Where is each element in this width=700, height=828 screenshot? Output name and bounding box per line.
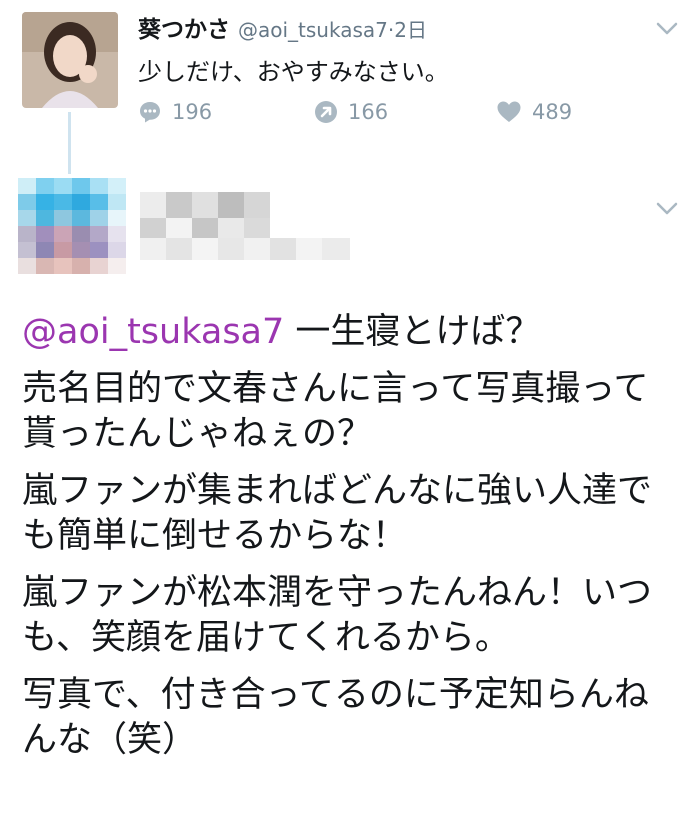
reply-paragraph: 写真で、付き合ってるのに予定知らんねんな（笑）: [22, 675, 649, 760]
reply-paragraph: 売名目的で文春さんに言って写真撮って貰ったんじゃねぇの？: [22, 369, 649, 454]
retweet-count: 166: [348, 100, 389, 124]
tweet-text: 少しだけ、おやすみなさい。: [138, 58, 449, 86]
reply-paragraph: 嵐ファンが松本潤を守ったんねん！いつも、笑顔を届けてくれるから。: [22, 573, 653, 658]
timestamp[interactable]: 2日: [394, 18, 427, 42]
reply-icon: [140, 102, 160, 123]
chevron-down-icon[interactable]: [656, 202, 678, 216]
tweet-actions: 196 166 489: [138, 100, 638, 130]
reply-paragraph: 嵐ファンが集まればどんなに強い人達でも簡単に倒せるからな！: [22, 471, 653, 556]
pixelated-user-name[interactable]: [140, 192, 350, 262]
handle[interactable]: @aoi_tsukasa7: [238, 18, 388, 42]
reply-line: 一生寝とけば？: [284, 312, 541, 352]
mention-link[interactable]: @aoi_tsukasa7: [22, 312, 284, 352]
like-count: 489: [532, 100, 573, 124]
chevron-down-icon[interactable]: [656, 22, 678, 36]
avatar[interactable]: [22, 12, 118, 108]
original-tweet[interactable]: 葵つかさ @aoi_tsukasa7·2日 少しだけ、おやすみなさい。 196 1…: [0, 0, 700, 174]
like-button[interactable]: 489: [496, 100, 572, 124]
reply-text: @aoi_tsukasa7 一生寝とけば？ 売名目的で文春さんに言って写真撮って…: [22, 310, 672, 775]
retweet-button[interactable]: 166: [314, 100, 388, 124]
display-name[interactable]: 葵つかさ: [138, 17, 230, 43]
tweet-header: 葵つかさ @aoi_tsukasa7·2日: [138, 10, 427, 44]
retweet-icon: [315, 101, 337, 123]
reply-paragraph: @aoi_tsukasa7 一生寝とけば？: [22, 310, 672, 355]
reply-button[interactable]: 196: [138, 100, 212, 124]
reply-count: 196: [172, 100, 213, 124]
pixelated-avatar[interactable]: [18, 178, 126, 274]
reply-tweet[interactable]: @aoi_tsukasa7 一生寝とけば？ 売名目的で文春さんに言って写真撮って…: [0, 150, 700, 828]
heart-icon: [497, 101, 521, 122]
